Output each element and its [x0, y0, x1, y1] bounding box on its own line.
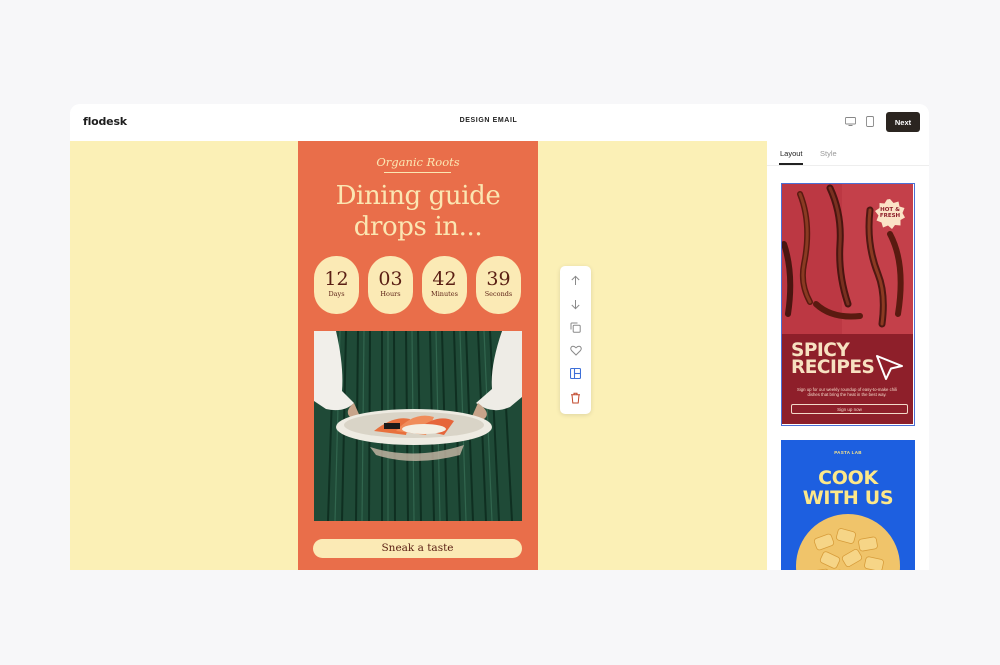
- cook-small-label: PASTA LAB: [834, 450, 862, 455]
- headline-line-1: Dining guide: [335, 181, 501, 211]
- mobile-preview-icon[interactable]: [866, 116, 874, 127]
- badge-text: HOT & FRESH: [874, 207, 906, 219]
- cook-title-line-2: WITH US: [802, 487, 894, 509]
- top-bar: flodesk DESIGN EMAIL Next: [70, 104, 929, 141]
- next-button[interactable]: Next: [886, 112, 920, 132]
- email-canvas: Organic Roots Dining guide drops in... 1…: [70, 141, 767, 570]
- template-spicy-recipes[interactable]: HOT & FRESH SPICY RECIPES Sign up for ou…: [781, 183, 915, 426]
- countdown-value: 39: [486, 268, 511, 290]
- cursor-icon: [876, 355, 903, 380]
- email-headline[interactable]: Dining guide drops in...: [298, 181, 538, 243]
- countdown-hours: 03 Hours: [368, 256, 413, 314]
- move-down-icon[interactable]: [568, 297, 583, 312]
- badge-line-2: FRESH: [879, 213, 901, 219]
- page-title: DESIGN EMAIL: [459, 117, 518, 124]
- spicy-text-block: SPICY RECIPES Sign up for our weekly rou…: [782, 334, 913, 424]
- countdown-label: Seconds: [484, 290, 513, 298]
- delete-icon[interactable]: [568, 390, 583, 405]
- countdown-value: 03: [378, 268, 403, 290]
- favorite-icon[interactable]: [568, 343, 583, 358]
- headline-line-2: drops in...: [353, 212, 483, 242]
- spicy-signup-button: Sign up now: [791, 404, 908, 414]
- countdown-seconds: 39 Seconds: [476, 256, 521, 314]
- spicy-body-text: Sign up for our weekly roundup of easy-t…: [796, 387, 898, 397]
- desktop-preview-icon[interactable]: [845, 117, 856, 126]
- countdown-value: 42: [432, 268, 457, 290]
- cta-button[interactable]: Sneak a taste: [313, 539, 522, 558]
- spicy-title: SPICY RECIPES: [791, 341, 875, 378]
- countdown-value: 12: [324, 268, 349, 290]
- tab-style[interactable]: Style: [820, 149, 837, 158]
- layout-icon[interactable]: [568, 366, 583, 381]
- brand-name: Organic Roots: [376, 155, 460, 169]
- cook-title: COOK WITH US: [781, 468, 915, 508]
- template-cook-with-us[interactable]: PASTA LAB COOK WITH US: [781, 440, 915, 570]
- countdown-days: 12 Days: [314, 256, 359, 314]
- tab-divider: [767, 165, 929, 166]
- pasta-photo: [796, 514, 900, 570]
- food-photo[interactable]: [314, 331, 522, 521]
- cook-title-line-1: COOK: [818, 467, 878, 489]
- duplicate-icon[interactable]: [568, 320, 583, 335]
- email-preview[interactable]: Organic Roots Dining guide drops in... 1…: [298, 141, 538, 570]
- tab-layout[interactable]: Layout: [780, 149, 803, 158]
- layout-panel: Layout Style HOT & FRESH SPICY RECIPES S…: [767, 141, 929, 570]
- move-up-icon[interactable]: [568, 273, 583, 288]
- countdown-label: Days: [328, 290, 345, 298]
- countdown-timer[interactable]: 12 Days 03 Hours 42 Minutes 39 Seconds: [314, 256, 524, 314]
- app-window: flodesk DESIGN EMAIL Next Organic Roots …: [70, 104, 929, 570]
- block-toolbar: [560, 266, 591, 414]
- panel-tabs: Layout Style: [767, 141, 929, 167]
- countdown-label: Hours: [380, 290, 401, 298]
- brand-underline: [384, 172, 451, 173]
- countdown-minutes: 42 Minutes: [422, 256, 467, 314]
- countdown-label: Minutes: [431, 290, 458, 298]
- spicy-title-line-2: RECIPES: [791, 357, 875, 378]
